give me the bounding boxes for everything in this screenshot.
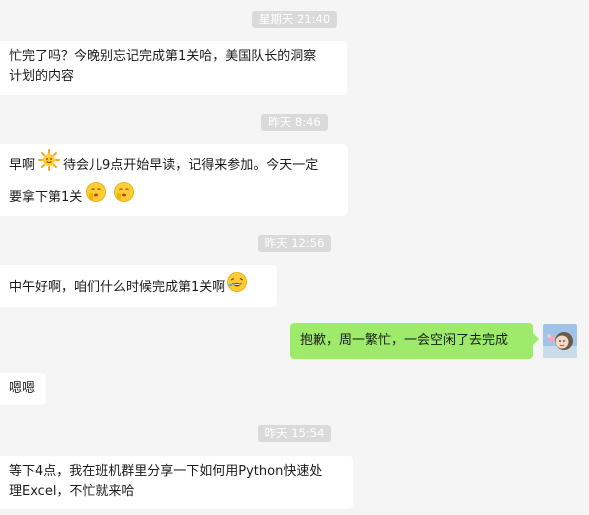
message-text-line: 计划的内容	[9, 69, 75, 84]
timestamp-label: 昨天 8:46	[261, 114, 328, 131]
message-bubble-incoming[interactable]: 嗯嗯	[0, 373, 46, 405]
timestamp-label: 昨天 15:54	[257, 425, 332, 442]
timestamp: 星期天 21:40	[0, 11, 589, 28]
sun-emoji-icon	[38, 149, 61, 178]
message-text-line: 要拿下第1关	[9, 182, 339, 210]
timestamp: 昨天 12:56	[0, 235, 589, 252]
message-text-line: 忙完了吗？今晚别忘记完成第1关哈，美国队长的洞察	[9, 49, 317, 64]
message-text: 要拿下第1关	[9, 190, 83, 205]
message-bubble-incoming[interactable]: 早啊 待会儿9点开始早读，记得来参加。今天一定 要拿下第1关	[0, 144, 348, 216]
message-text-line: 抱歉，周一繁忙，一会空闲了去完成	[300, 333, 509, 348]
message-text-line: 理Excel，不忙就来哈	[9, 484, 135, 499]
rolling-laughing-emoji-icon	[226, 271, 248, 300]
chat-window: 星期天 21:40 忙完了吗？今晚别忘记完成第1关哈，美国队长的洞察 计划的内容…	[0, 0, 589, 515]
message-text-line: 中午好啊，咱们什么时候完成第1关啊	[9, 272, 268, 300]
message-text: 早啊	[9, 158, 36, 173]
message-bubble-incoming[interactable]: 忙完了吗？今晚别忘记完成第1关哈，美国队长的洞察 计划的内容	[0, 41, 347, 95]
timestamp-label: 昨天 12:56	[257, 235, 332, 252]
timestamp: 昨天 15:54	[0, 425, 589, 442]
message-text-line: 嗯嗯	[9, 381, 36, 396]
message-bubble-outgoing[interactable]: 抱歉，周一繁忙，一会空闲了去完成	[290, 323, 539, 359]
message-text: 中午好啊，咱们什么时候完成第1关啊	[9, 280, 226, 295]
message-bubble-incoming[interactable]: 等下4点，我在班机群里分享一下如何用Python快速处 理Excel，不忙就来哈	[0, 456, 353, 509]
user-avatar[interactable]	[543, 324, 577, 358]
message-text-line: 等下4点，我在班机群里分享一下如何用Python快速处	[9, 464, 323, 479]
message-text: 待会儿9点开始早读，记得来参加。今天一定	[63, 158, 319, 173]
shushing-face-emoji-icon	[113, 181, 135, 210]
message-text-line: 早啊 待会儿9点开始早读，记得来参加。今天一定	[9, 149, 339, 178]
message-bubble-incoming[interactable]: 中午好啊，咱们什么时候完成第1关啊	[0, 265, 277, 307]
timestamp: 昨天 8:46	[0, 114, 589, 131]
shushing-face-emoji-icon	[85, 181, 107, 210]
timestamp-label: 星期天 21:40	[251, 11, 338, 28]
